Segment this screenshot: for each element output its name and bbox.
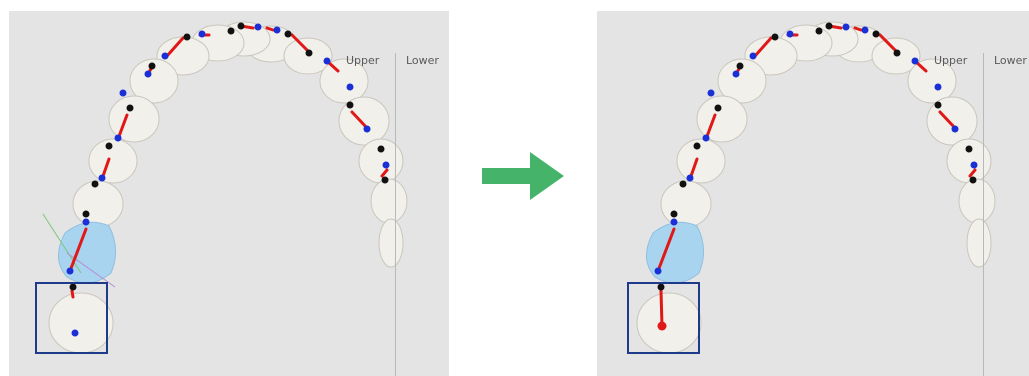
tooth[interactable] [676, 138, 726, 184]
tab-upper[interactable]: Upper [346, 54, 379, 67]
tooth[interactable] [958, 178, 996, 224]
tooth[interactable] [660, 180, 712, 228]
tooth-selected[interactable] [58, 221, 116, 284]
column-divider [983, 53, 984, 376]
tooth[interactable] [370, 178, 408, 224]
tooth[interactable] [966, 218, 992, 268]
tab-lower[interactable]: Lower [994, 54, 1027, 67]
column-divider [395, 53, 396, 376]
tab-upper[interactable]: Upper [934, 54, 967, 67]
tab-lower[interactable]: Lower [406, 54, 439, 67]
tooth[interactable] [378, 218, 404, 268]
tooth[interactable] [88, 138, 138, 184]
tooth[interactable] [926, 96, 978, 146]
tooth[interactable] [338, 96, 390, 146]
transition-arrow-icon [482, 152, 564, 200]
selection-box-before [35, 282, 108, 354]
tooth[interactable] [72, 180, 124, 228]
tooth-selected[interactable] [646, 221, 704, 284]
selection-box-after [627, 282, 700, 354]
